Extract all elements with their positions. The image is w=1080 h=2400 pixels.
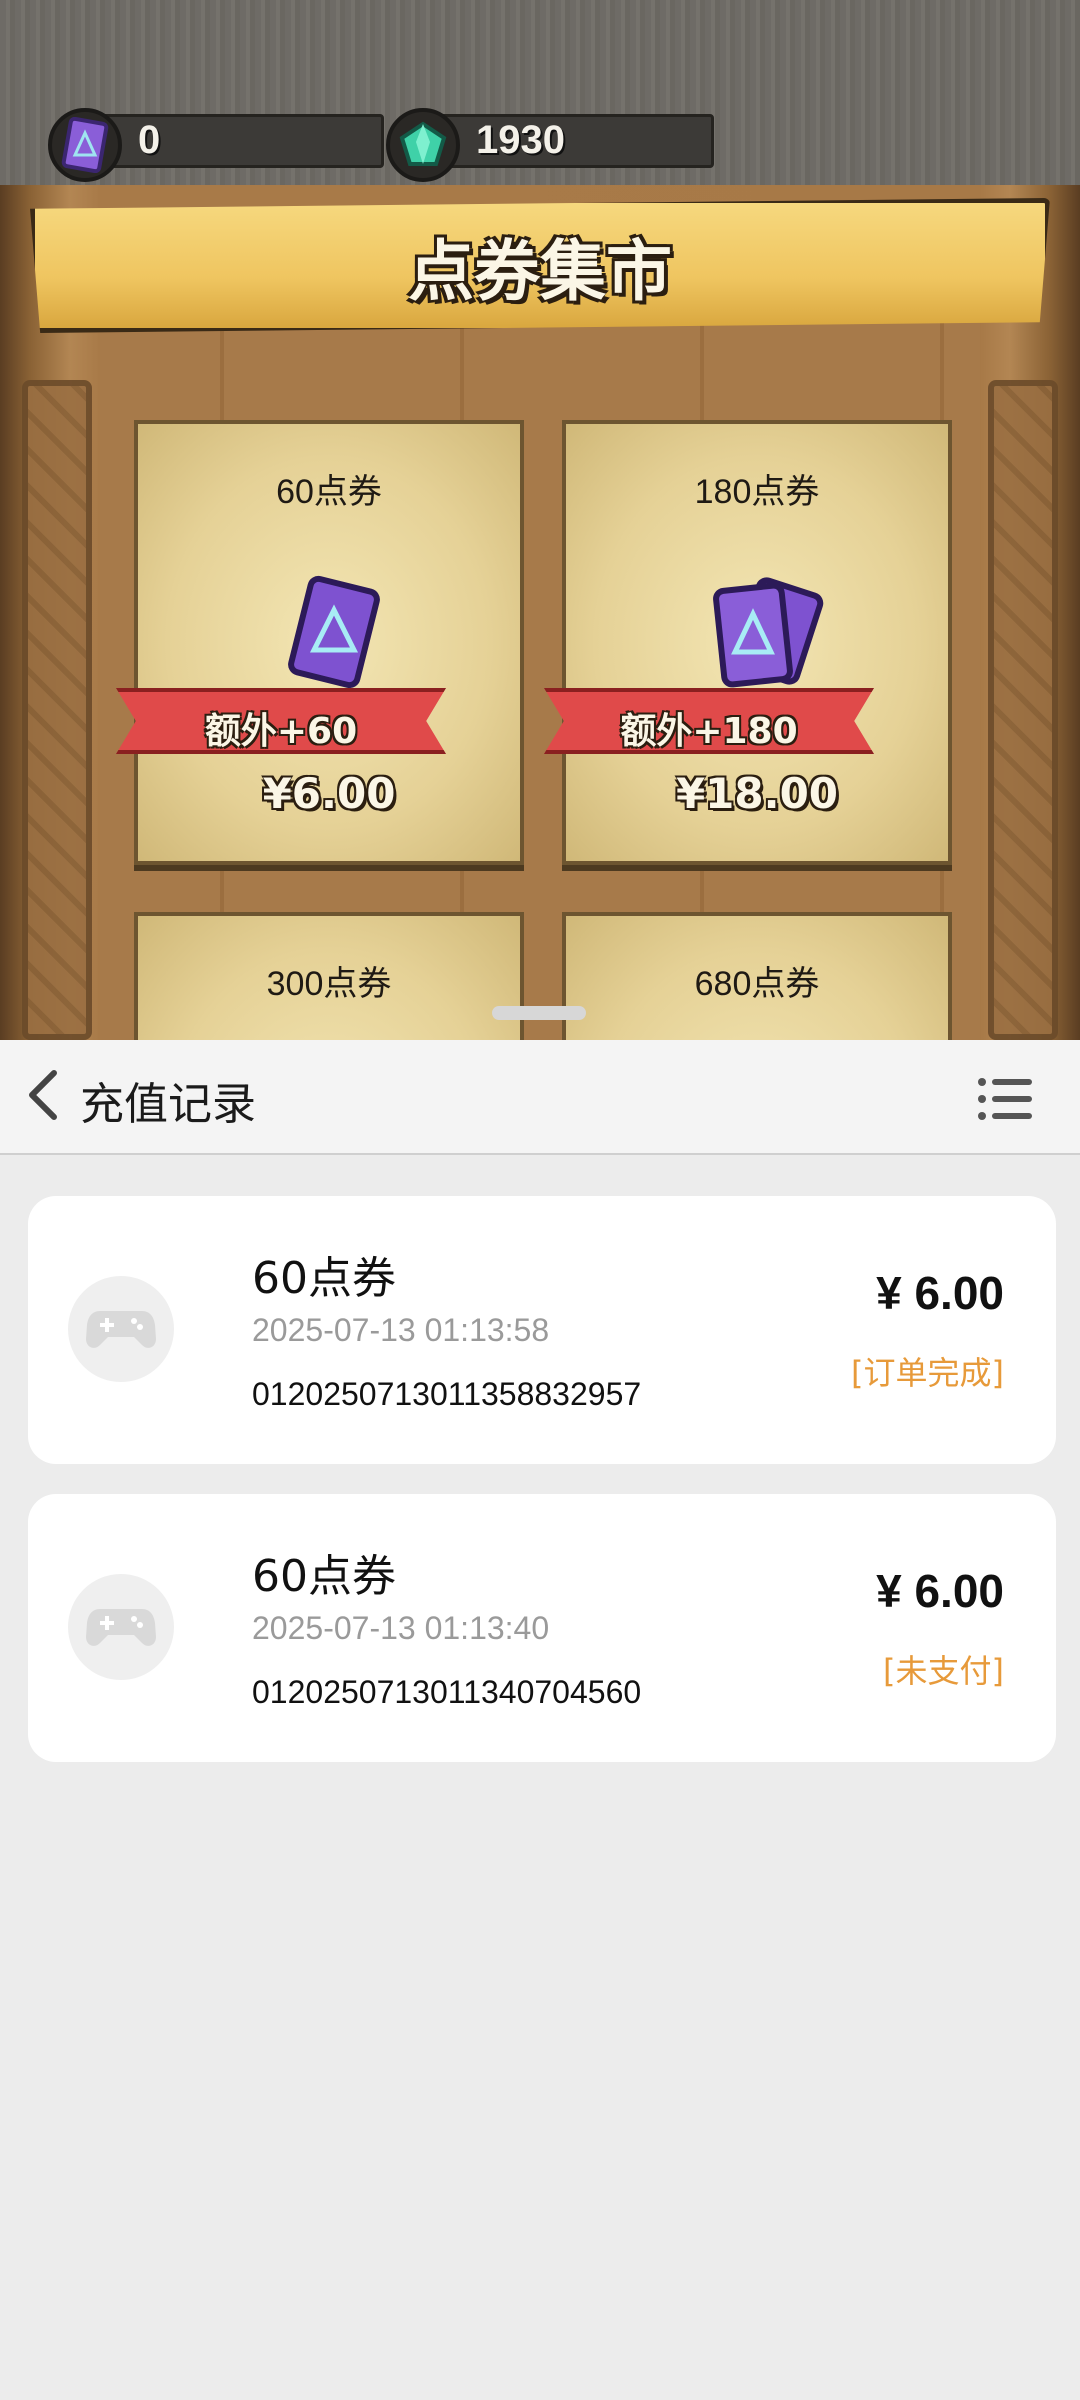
bonus-label: 额外+180: [620, 711, 798, 752]
record-order-number: 0120250713011358832957: [252, 1376, 642, 1412]
record-amount: ¥ 6.00: [876, 1267, 1004, 1319]
gamepad-icon: [86, 1311, 156, 1348]
product-card-680[interactable]: 680点券: [562, 912, 952, 1040]
record-item-name: 60点券: [252, 1551, 396, 1602]
record-item[interactable]: 60点券 2025-07-13 01:13:58 012025071301135…: [28, 1196, 1056, 1464]
product-name: 180点券: [694, 473, 820, 511]
record-time: 2025-07-13 01:13:40: [252, 1610, 550, 1646]
currency-bar: [88, 114, 384, 168]
product-name: 680点券: [694, 965, 820, 1003]
record-status: [订单完成]: [851, 1354, 1004, 1392]
purple-cards-stack-icon: [706, 574, 824, 694]
right-decoration: [988, 380, 1058, 1040]
record-amount: ¥ 6.00: [876, 1565, 1004, 1617]
record-time: 2025-07-13 01:13:58: [252, 1312, 550, 1348]
sheet-drag-handle[interactable]: [492, 1006, 586, 1020]
record-order-number: 0120250713011340704560: [252, 1674, 642, 1710]
card-currency-value: 0: [138, 118, 161, 162]
chevron-left-icon: [29, 1070, 57, 1120]
purple-card-icon: [278, 574, 388, 694]
purple-card-icon: [48, 108, 122, 182]
gem-currency-value: 1930: [476, 118, 565, 162]
green-gem-icon: [386, 108, 460, 182]
product-name: 60点券: [276, 473, 382, 511]
product-price: ¥6.00: [262, 769, 396, 818]
bonus-ribbon: 额外+180: [544, 688, 874, 754]
shop-title: 点券集市: [408, 233, 672, 310]
product-price: ¥18.00: [675, 769, 839, 818]
game-avatar: [68, 1574, 174, 1680]
menu-list-button[interactable]: [976, 1074, 1036, 1124]
bonus-label: 额外+60: [204, 711, 358, 752]
currency-bar: [426, 114, 714, 168]
list-menu-icon: [978, 1078, 1032, 1120]
sheet-header: 充值记录: [0, 1040, 1080, 1155]
gamepad-icon: [86, 1609, 156, 1646]
product-card-180[interactable]: 180点券 ¥18.00: [562, 420, 952, 865]
shop-banner: 点券集市: [30, 198, 1050, 338]
record-status: [未支付]: [883, 1652, 1004, 1690]
bonus-ribbon: 额外+60: [116, 688, 446, 754]
page-title: 充值记录: [80, 1079, 256, 1130]
record-item-name: 60点券: [252, 1253, 396, 1304]
product-card-60[interactable]: 60点券 ¥6.00: [134, 420, 524, 865]
top-bar-background: [0, 0, 1080, 200]
back-button[interactable]: [14, 1065, 74, 1125]
record-item[interactable]: 60点券 2025-07-13 01:13:40 012025071301134…: [28, 1494, 1056, 1762]
game-shop-area: 0 1930 点券集市 60点券 ¥6.00 额外+60 180点券 ¥18.0…: [0, 0, 1080, 1040]
left-decoration: [22, 380, 92, 1040]
product-name: 300点券: [266, 965, 392, 1003]
product-card-300[interactable]: 300点券: [134, 912, 524, 1040]
game-avatar: [68, 1276, 174, 1382]
recharge-record-sheet: 充值记录 60点券 2025-07-13 01:13:58 0120250713…: [0, 1040, 1080, 2400]
